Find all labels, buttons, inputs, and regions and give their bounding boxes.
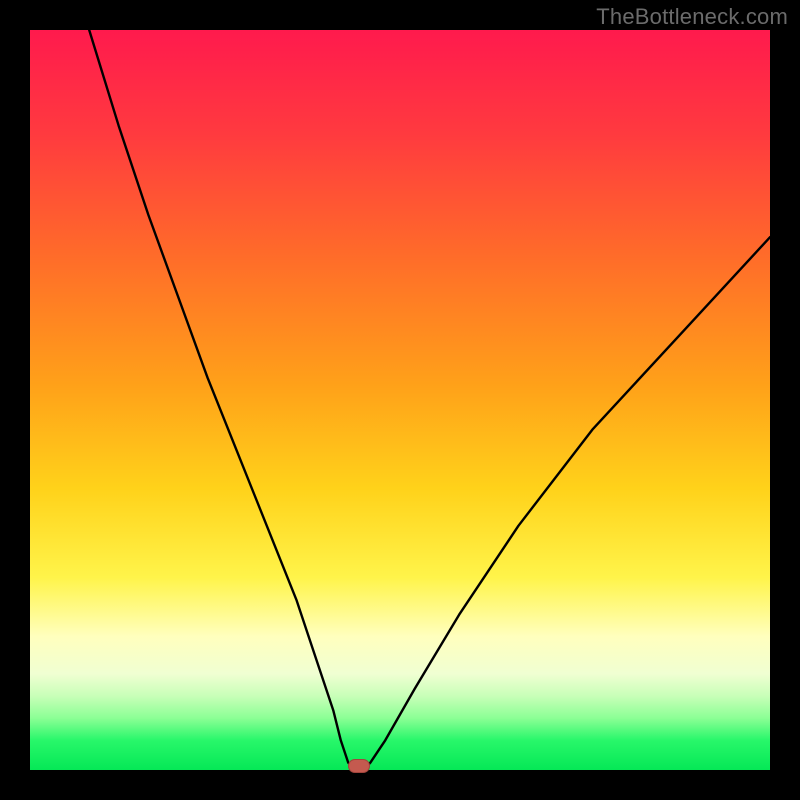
plot-area — [30, 30, 770, 770]
chart-frame: TheBottleneck.com — [0, 0, 800, 800]
bottleneck-curve — [30, 30, 770, 770]
optimum-marker — [348, 759, 370, 773]
curve-path — [89, 30, 770, 770]
watermark-text: TheBottleneck.com — [596, 4, 788, 30]
